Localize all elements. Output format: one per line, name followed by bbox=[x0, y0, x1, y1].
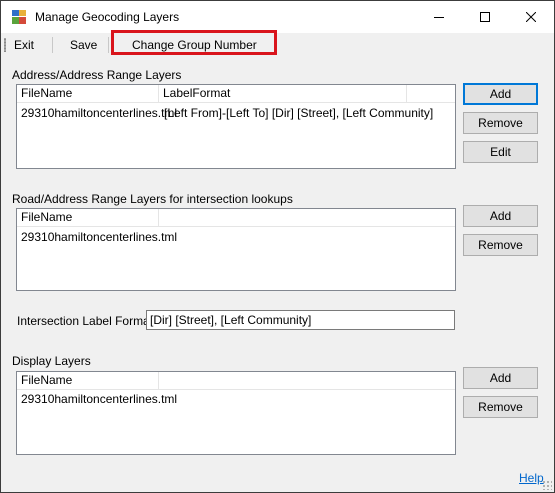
display-add-button[interactable]: Add bbox=[463, 367, 538, 389]
address-add-button[interactable]: Add bbox=[463, 83, 538, 105]
close-icon bbox=[526, 12, 536, 22]
exit-menu-item[interactable]: Exit bbox=[14, 38, 34, 52]
list-header: FileName bbox=[17, 209, 455, 227]
help-link[interactable]: Help bbox=[519, 471, 544, 485]
road-layers-list[interactable]: FileName 29310hamiltoncenterlines.tml bbox=[16, 208, 456, 291]
minimize-icon bbox=[434, 17, 444, 18]
column-header-empty bbox=[159, 209, 455, 226]
close-button[interactable] bbox=[508, 1, 554, 33]
column-header-empty bbox=[159, 372, 455, 389]
list-item-filename: 29310hamiltoncenterlines.tml bbox=[21, 392, 178, 406]
maximize-icon bbox=[480, 12, 490, 22]
list-item-filename: 29310hamiltoncenterlines.tml bbox=[21, 230, 178, 244]
display-remove-button[interactable]: Remove bbox=[463, 396, 538, 418]
road-remove-button[interactable]: Remove bbox=[463, 234, 538, 256]
menu-bar: Exit Save Change Group Number bbox=[1, 33, 554, 57]
toolstrip-grip[interactable] bbox=[4, 38, 6, 52]
address-remove-button[interactable]: Remove bbox=[463, 112, 538, 134]
list-header: FileName LabelFormat bbox=[17, 85, 455, 103]
address-edit-button[interactable]: Edit bbox=[463, 141, 538, 163]
address-layers-label: Address/Address Range Layers bbox=[12, 68, 182, 82]
column-header-filename[interactable]: FileName bbox=[17, 85, 159, 102]
intersection-label: Intersection Label Format bbox=[17, 314, 154, 328]
road-add-button[interactable]: Add bbox=[463, 205, 538, 227]
highlight-annotation bbox=[111, 30, 277, 55]
list-item-filename: 29310hamiltoncenterlines.tml bbox=[21, 106, 178, 120]
column-header-filename[interactable]: FileName bbox=[17, 372, 159, 389]
display-layers-list[interactable]: FileName 29310hamiltoncenterlines.tml bbox=[16, 371, 456, 455]
save-menu-item[interactable]: Save bbox=[70, 38, 97, 52]
resize-grip[interactable] bbox=[542, 480, 552, 490]
menu-separator bbox=[108, 37, 109, 53]
address-layers-list[interactable]: FileName LabelFormat 29310hamiltoncenter… bbox=[16, 84, 456, 169]
list-item-labelformat: [Left From]-[Left To] [Dir] [Street], [L… bbox=[164, 106, 434, 120]
list-header: FileName bbox=[17, 372, 455, 390]
column-header-labelformat[interactable]: LabelFormat bbox=[159, 85, 407, 102]
minimize-button[interactable] bbox=[416, 1, 462, 33]
manage-geocoding-layers-window: Manage Geocoding Layers Exit Save Change… bbox=[0, 0, 555, 493]
road-layers-label: Road/Address Range Layers for intersecti… bbox=[12, 192, 293, 206]
column-header-empty bbox=[407, 85, 455, 102]
window-title: Manage Geocoding Layers bbox=[35, 10, 180, 24]
app-icon bbox=[12, 10, 26, 24]
column-header-filename[interactable]: FileName bbox=[17, 209, 159, 226]
title-bar: Manage Geocoding Layers bbox=[1, 1, 554, 33]
menu-separator bbox=[52, 37, 53, 53]
intersection-format-input[interactable]: [Dir] [Street], [Left Community] bbox=[146, 310, 455, 330]
display-layers-label: Display Layers bbox=[12, 354, 91, 368]
maximize-button[interactable] bbox=[462, 1, 508, 33]
